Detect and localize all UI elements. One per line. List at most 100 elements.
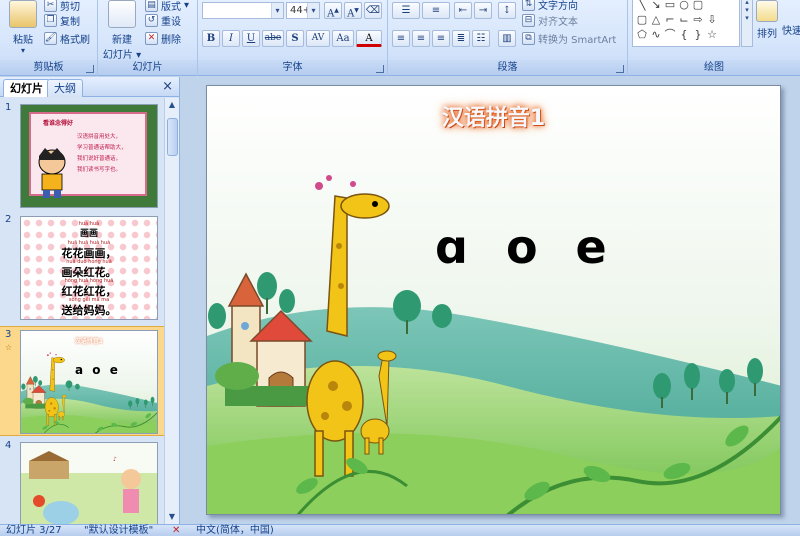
font-size-combo[interactable]: 44+ ▾: [286, 2, 320, 19]
underline-button[interactable]: U: [242, 30, 260, 47]
current-slide[interactable]: 汉语拼音1 ɑ o e: [206, 85, 781, 515]
arc-icon[interactable]: ⌒: [663, 28, 677, 42]
rectangle-icon[interactable]: ▭: [663, 0, 677, 12]
slide-thumb-4[interactable]: ♪: [20, 442, 158, 524]
layout-button[interactable]: ▤ 版式 ▾: [145, 0, 189, 13]
shrink-font-icon[interactable]: A▼: [344, 2, 362, 19]
slides-group-label: 幻灯片: [98, 60, 197, 75]
chevron-down-icon: ▾: [20, 46, 25, 55]
new-slide-icon: [108, 0, 136, 28]
slide-thumb-3[interactable]: 汉语拼音1 a o e: [20, 330, 158, 434]
cut-button[interactable]: ✂ 剪切: [44, 0, 80, 13]
text-direction-icon: ⇅: [522, 0, 535, 11]
gallery-scroll[interactable]: ▴ ▾ ▾: [741, 0, 753, 47]
chevron-down-icon: ▾: [271, 3, 283, 18]
clear-format-icon[interactable]: ⌫: [364, 2, 382, 19]
ribbon: 粘贴 ▾ ✂ 剪切 ❐ 复制 🖌 格式刷 剪贴板 . 新建 幻灯片 ▾ ▤ 版式…: [0, 0, 800, 76]
format-painter-button[interactable]: 🖌 格式刷: [44, 31, 90, 46]
brace-left-icon[interactable]: {: [677, 28, 691, 42]
numbering-icon[interactable]: ≡: [422, 2, 450, 19]
align-text-button[interactable]: ⊟ 对齐文本: [522, 13, 578, 28]
scroll-up-icon[interactable]: ▲: [165, 98, 179, 112]
text-direction-button[interactable]: ⇅ 文字方向: [522, 0, 578, 12]
layout-icon: ▤: [145, 0, 158, 12]
slide-letters[interactable]: ɑ o e: [435, 220, 609, 274]
align-left-icon[interactable]: ≡: [392, 30, 410, 47]
slide-thumb-row-2[interactable]: 2 huà huà 画画 huā huā huà huà 花花画画， huā d…: [0, 214, 164, 322]
justify-icon[interactable]: ≣: [452, 30, 470, 47]
slide-thumb-row-4[interactable]: 4 ♪: [0, 440, 164, 524]
scissors-icon: ✂: [44, 0, 57, 12]
char-spacing-button[interactable]: AV: [306, 30, 330, 47]
paste-icon: [9, 0, 37, 28]
tab-slides[interactable]: 幻灯片: [3, 79, 50, 97]
oval-icon[interactable]: ○: [677, 0, 691, 12]
slide-thumb-row-3[interactable]: 3 ☆ 汉语拼音1 a o e: [0, 326, 164, 436]
slide-thumb-2[interactable]: huà huà 画画 huā huā huà huà 花花画画， huā duǒ…: [20, 216, 158, 320]
star-icon[interactable]: ☆: [705, 28, 719, 42]
pane-tabs: 幻灯片 大纲 ×: [0, 77, 179, 97]
textbox-icon[interactable]: ▢: [691, 0, 705, 12]
slide-thumb-row-1[interactable]: 1 看谁念得好 汉语拼音用处大， 学习普通话帮助大， 我们说好普通话， 我们读书…: [0, 102, 164, 210]
font-color-button[interactable]: A: [356, 30, 382, 47]
curve-icon[interactable]: ∿: [649, 28, 663, 42]
quick-styles-button[interactable]: 快速: [782, 22, 800, 37]
scroll-thumb[interactable]: [167, 118, 178, 156]
scroll-down-icon[interactable]: ▼: [165, 510, 179, 524]
triangle-icon[interactable]: △: [649, 13, 663, 27]
elbow-icon[interactable]: ⌙: [677, 13, 691, 27]
paragraph-launcher-icon[interactable]: .: [616, 65, 624, 73]
slide-thumb-1[interactable]: 看谁念得好 汉语拼音用处大， 学习普通话帮助大， 我们说好普通话， 我们读书写字…: [20, 104, 158, 208]
bullets-icon[interactable]: ☰: [392, 2, 420, 19]
reset-button[interactable]: ↺ 重设: [145, 13, 181, 28]
smartart-icon: ⧉: [522, 32, 535, 45]
copy-button[interactable]: ❐ 复制: [44, 13, 80, 28]
bold-button[interactable]: B: [202, 30, 220, 47]
pentagon-icon[interactable]: ⬠: [635, 28, 649, 42]
arrange-icon: [756, 0, 778, 22]
cartoon-boy-image: [38, 148, 66, 198]
new-slide-button[interactable]: 新建 幻灯片 ▾: [102, 0, 142, 61]
status-bar: 幻灯片 3/27 "默认设计模板" ✕ 中文(简体，中国): [0, 524, 800, 536]
theme-name[interactable]: "默认设计模板": [84, 525, 153, 536]
arrange-button[interactable]: 排列: [754, 0, 780, 40]
decrease-indent-icon[interactable]: ⇤: [454, 2, 472, 19]
grow-font-icon[interactable]: A▲: [324, 2, 342, 19]
tab-outline[interactable]: 大纲: [47, 79, 83, 97]
delete-button[interactable]: ✕ 删除: [145, 31, 181, 46]
slide-title[interactable]: 汉语拼音1: [207, 100, 780, 132]
delete-icon: ✕: [145, 32, 158, 45]
arrow-down-icon[interactable]: ⇩: [705, 13, 719, 27]
arrow-right-icon[interactable]: ⇨: [691, 13, 705, 27]
columns-icon[interactable]: ▥: [498, 30, 516, 47]
italic-button[interactable]: I: [222, 30, 240, 47]
brace-right-icon[interactable]: }: [691, 28, 705, 42]
arrow-line-icon[interactable]: ↘: [649, 0, 663, 12]
connector-icon[interactable]: ⌐: [663, 13, 677, 27]
font-name-combo[interactable]: ▾: [202, 2, 284, 19]
language-indicator[interactable]: 中文(简体，中国): [196, 525, 274, 536]
thumbnails-scrollbar[interactable]: ▲ ▼: [164, 98, 179, 524]
font-launcher-icon[interactable]: .: [376, 65, 384, 73]
slide-4-thumb-art: ♪: [21, 443, 157, 524]
align-right-icon[interactable]: ≡: [432, 30, 450, 47]
chevron-down-icon: ▾: [184, 0, 190, 11]
strikethrough-button[interactable]: abe: [262, 30, 284, 47]
shadow-button[interactable]: S: [286, 30, 304, 47]
increase-indent-icon[interactable]: ⇥: [474, 2, 492, 19]
line-icon[interactable]: ╲: [635, 0, 649, 12]
slide-thumbnails: 1 看谁念得好 汉语拼音用处大， 学习普通话帮助大， 我们说好普通话， 我们读书…: [0, 98, 164, 524]
font-group-label: 字体: [198, 60, 387, 75]
paste-label: 粘贴: [13, 35, 33, 46]
change-case-button[interactable]: Aa: [332, 30, 354, 47]
clipboard-launcher-icon[interactable]: .: [86, 65, 94, 73]
align-center-icon[interactable]: ≡: [412, 30, 430, 47]
spellcheck-error-icon[interactable]: ✕: [172, 525, 180, 536]
convert-smartart-button[interactable]: ⧉ 转换为 SmartArt: [522, 31, 616, 46]
paste-button[interactable]: 粘贴 ▾: [6, 0, 40, 55]
shapes-gallery[interactable]: ╲ ↘ ▭ ○ ▢ ▢ △ ⌐ ⌙ ⇨ ⇩ ⬠ ∿ ⌒ { } ☆: [632, 0, 740, 47]
distribute-icon[interactable]: ☷: [472, 30, 490, 47]
close-icon[interactable]: ×: [162, 79, 173, 94]
rounded-rect-icon[interactable]: ▢: [635, 13, 649, 27]
line-spacing-icon[interactable]: ↕: [498, 2, 516, 19]
